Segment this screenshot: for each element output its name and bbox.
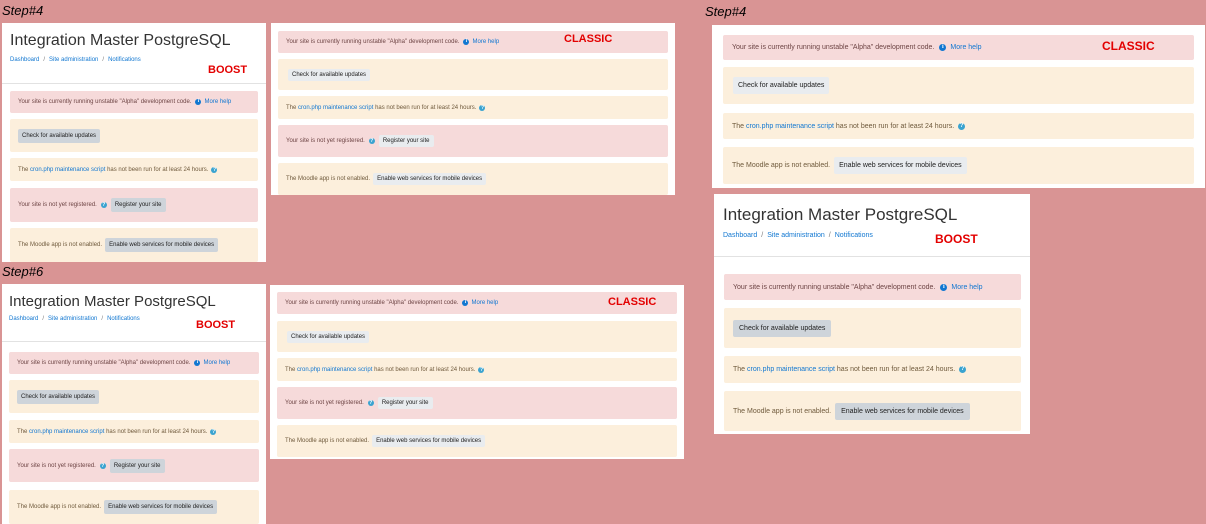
breadcrumb-dashboard[interactable]: Dashboard: [723, 232, 757, 239]
classic-tag: CLASSIC: [608, 296, 657, 308]
breadcrumb: Dashboard / Site administration / Notificati…: [10, 57, 141, 63]
boost-tag: BOOST: [196, 319, 236, 331]
classic-tag: CLASSIC: [1102, 39, 1155, 53]
cron-alert: The cron.php maintenance script has not …: [277, 358, 677, 381]
info-icon: i: [195, 99, 202, 105]
register-site-button[interactable]: Register your site: [110, 198, 166, 212]
breadcrumb-notifications[interactable]: Notifications: [107, 316, 140, 322]
cron-alert: The cron.php maintenance script has not …: [723, 113, 1194, 139]
check-updates-button[interactable]: Check for available updates: [18, 128, 101, 143]
help-icon[interactable]: ?: [100, 202, 107, 208]
check-updates-button[interactable]: Check for available updates: [288, 68, 371, 81]
app-alert: The Moodle app is not enabled. Enable we…: [724, 391, 1021, 431]
cron-script-link[interactable]: cron.php maintenance script: [29, 429, 104, 435]
register-site-button[interactable]: Register your site: [109, 458, 165, 473]
info-icon: i: [940, 283, 948, 291]
breadcrumb-notifications[interactable]: Notifications: [108, 57, 141, 63]
updates-alert: Check for available updates: [10, 119, 258, 152]
register-alert: Your site is not yet registered. ? Regis…: [278, 125, 668, 157]
breadcrumb-dashboard[interactable]: Dashboard: [9, 316, 38, 322]
check-updates-button[interactable]: Check for available updates: [17, 389, 100, 404]
updates-alert: Check for available updates: [278, 59, 668, 90]
step6-label: Step#6: [2, 264, 44, 279]
help-icon[interactable]: ?: [959, 366, 967, 373]
breadcrumb: Dashboard / Site administration / Notificati…: [9, 316, 140, 322]
info-icon: i: [194, 360, 201, 366]
more-help-link[interactable]: More help: [951, 284, 982, 291]
more-help-link[interactable]: More help: [203, 360, 230, 366]
check-updates-button[interactable]: Check for available updates: [733, 319, 832, 337]
check-updates-button[interactable]: Check for available updates: [733, 77, 830, 94]
cron-alert: The cron.php maintenance script has not …: [9, 420, 259, 443]
page-title: Integration Master PostgreSQL: [10, 32, 231, 49]
enable-mobile-button[interactable]: Enable web services for mobile devices: [373, 173, 487, 185]
more-help-link[interactable]: More help: [472, 39, 499, 45]
more-help-link[interactable]: More help: [204, 99, 231, 105]
help-icon[interactable]: ?: [99, 462, 106, 469]
register-alert: Your site is not yet registered. ? Regis…: [277, 387, 677, 419]
help-icon[interactable]: ?: [478, 366, 485, 373]
updates-alert: Check for available updates: [723, 67, 1194, 104]
step4-label-left: Step#4: [2, 3, 44, 18]
classic-tag: CLASSIC: [564, 33, 613, 45]
cron-script-link[interactable]: cron.php maintenance script: [30, 167, 105, 173]
help-icon[interactable]: ?: [368, 138, 375, 144]
boost-tag: BOOST: [935, 232, 978, 246]
app-alert: The Moodle app is not enabled. Enable we…: [10, 228, 258, 262]
enable-mobile-button[interactable]: Enable web services for mobile devices: [105, 238, 219, 252]
breadcrumb-site-admin[interactable]: Site administration: [48, 316, 97, 322]
step4-label-right: Step#4: [705, 4, 747, 19]
cron-script-link[interactable]: cron.php maintenance script: [746, 123, 834, 130]
updates-alert: Check for available updates: [9, 380, 259, 413]
boost-tag: BOOST: [208, 64, 248, 76]
updates-alert: Check for available updates: [277, 321, 677, 352]
register-site-button[interactable]: Register your site: [377, 397, 433, 409]
app-alert: The Moodle app is not enabled. Enable we…: [723, 147, 1194, 184]
help-icon[interactable]: ?: [210, 428, 217, 435]
enable-mobile-button[interactable]: Enable web services for mobile devices: [372, 435, 486, 447]
page-title: Integration Master PostgreSQL: [723, 205, 958, 224]
breadcrumb-site-admin[interactable]: Site administration: [49, 57, 98, 63]
more-help-link[interactable]: More help: [471, 300, 498, 306]
cron-alert: The cron.php maintenance script has not …: [724, 356, 1021, 383]
cron-script-link[interactable]: cron.php maintenance script: [298, 105, 373, 111]
app-alert: The Moodle app is not enabled. Enable we…: [277, 425, 677, 457]
step6-classic-panel: Your site is currently running unstable …: [270, 285, 684, 459]
cron-alert: The cron.php maintenance script has not …: [10, 158, 258, 181]
help-icon[interactable]: ?: [211, 166, 218, 173]
alpha-alert: Your site is currently running unstable …: [10, 91, 258, 113]
page-title: Integration Master PostgreSQL: [9, 293, 216, 310]
alpha-alert: Your site is currently running unstable …: [724, 274, 1021, 300]
cron-script-link[interactable]: cron.php maintenance script: [297, 367, 372, 373]
info-icon: i: [463, 39, 470, 45]
help-icon[interactable]: ?: [479, 104, 486, 111]
step4-boost-large-panel: Integration Master PostgreSQL Dashboard /…: [714, 194, 1030, 434]
updates-alert: Check for available updates: [724, 308, 1021, 348]
app-alert: The Moodle app is not enabled. Enable we…: [278, 163, 668, 195]
breadcrumb-site-admin[interactable]: Site administration: [767, 232, 825, 239]
enable-mobile-button[interactable]: Enable web services for mobile devices: [834, 157, 967, 174]
enable-mobile-button[interactable]: Enable web services for mobile devices: [104, 500, 218, 514]
cron-alert: The cron.php maintenance script has not …: [278, 96, 668, 119]
register-alert: Your site is not yet registered. ? Regis…: [10, 188, 258, 222]
enable-mobile-button[interactable]: Enable web services for mobile devices: [835, 402, 970, 420]
register-site-button[interactable]: Register your site: [378, 135, 434, 147]
breadcrumb-notifications[interactable]: Notifications: [835, 232, 873, 239]
breadcrumb-dashboard[interactable]: Dashboard: [10, 57, 39, 63]
help-icon[interactable]: ?: [958, 122, 966, 130]
step4-classic-large-panel: Your site is currently running unstable …: [712, 25, 1205, 188]
more-help-link[interactable]: More help: [950, 44, 981, 51]
check-updates-button[interactable]: Check for available updates: [287, 330, 370, 343]
info-icon: i: [462, 300, 469, 306]
info-icon: i: [939, 44, 947, 51]
app-alert: The Moodle app is not enabled. Enable we…: [9, 490, 259, 524]
register-alert: Your site is not yet registered. ? Regis…: [9, 449, 259, 482]
alpha-alert: Your site is currently running unstable …: [9, 352, 259, 374]
help-icon[interactable]: ?: [367, 400, 374, 406]
step4-classic-panel: Your site is currently running unstable …: [271, 23, 675, 195]
cron-script-link[interactable]: cron.php maintenance script: [747, 366, 835, 373]
step4-boost-panel: Integration Master PostgreSQL Dashboard /…: [2, 23, 266, 262]
breadcrumb: Dashboard / Site administration / Notificati…: [723, 232, 873, 239]
step6-boost-panel: Integration Master PostgreSQL Dashboard /…: [2, 284, 266, 524]
